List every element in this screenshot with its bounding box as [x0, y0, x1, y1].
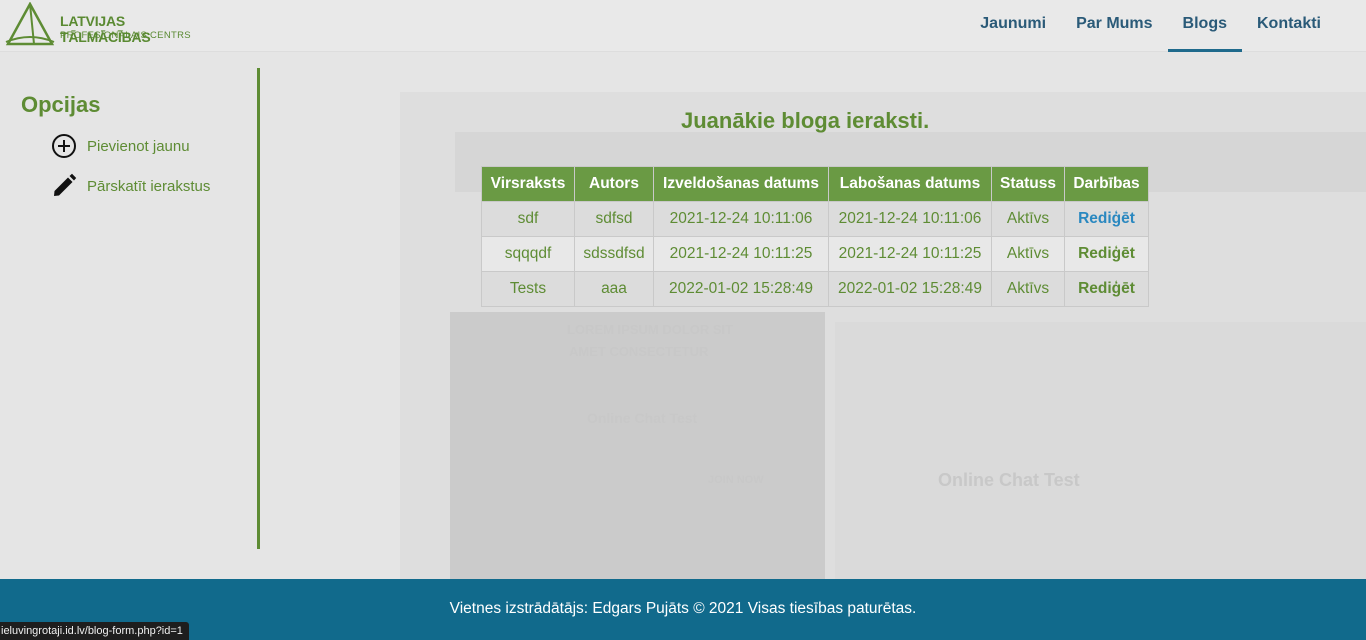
cell-status: Aktīvs — [991, 271, 1065, 307]
cell-created: 2022-01-02 15:28:49 — [653, 271, 829, 307]
cell-title: sdf — [481, 201, 575, 237]
table-header-row: Virsraksts Autors Izveldošanas datums La… — [481, 166, 1149, 202]
nav-item-par-mums[interactable]: Par Mums — [1061, 0, 1167, 52]
sidebar-title: Opcijas — [21, 92, 101, 117]
main-nav: Jaunumi Par Mums Blogs Kontakti — [965, 0, 1336, 52]
cell-author: sdssdfsd — [574, 236, 654, 272]
logo-subtitle: PROFESIONĀLAIS CENTRS — [60, 30, 191, 41]
table-row: sdf sdfsd 2021-12-24 10:11:06 2021-12-24… — [481, 201, 1149, 237]
sidebar-item-label: Pievienot jaunu — [87, 137, 190, 155]
browser-status-url: ieluvingrotaji.id.lv/blog-form.php?id=1 — [0, 622, 189, 640]
nav-item-jaunumi[interactable]: Jaunumi — [965, 0, 1061, 52]
site-logo[interactable]: LATVIJAS TĀLMĀCĪBAS PROFESIONĀLAIS CENTR… — [4, 2, 194, 48]
cell-created: 2021-12-24 10:11:25 — [653, 236, 829, 272]
page-title: Juanākie bloga ieraksti. — [681, 108, 930, 133]
sidebar-item-review-posts[interactable]: Pārskatīt ierakstus — [51, 173, 210, 199]
table-row: sqqqdf sdssdfsd 2021-12-24 10:11:25 2021… — [481, 236, 1149, 272]
cell-author: sdfsd — [574, 201, 654, 237]
cell-status: Aktīvs — [991, 236, 1065, 272]
table-row: Tests aaa 2022-01-02 15:28:49 2022-01-02… — [481, 271, 1149, 307]
cell-modified: 2021-12-24 10:11:06 — [828, 201, 992, 237]
cell-actions: Rediģēt — [1064, 201, 1149, 237]
pencil-icon — [51, 173, 77, 199]
bg-text: JOIN NOW — [708, 474, 764, 486]
column-header-author: Autors — [574, 166, 654, 202]
column-header-actions: Darbības — [1064, 166, 1149, 202]
bg-text: AMET CONSECTETUR — [569, 344, 709, 359]
cell-actions: Rediģēt — [1064, 236, 1149, 272]
cell-modified: 2022-01-02 15:28:49 — [828, 271, 992, 307]
sidebar-item-add-new[interactable]: Pievienot jaunu — [51, 133, 190, 159]
blog-posts-table: Virsraksts Autors Izveldošanas datums La… — [481, 166, 1149, 307]
column-header-modified: Labošanas datums — [828, 166, 992, 202]
bg-text: Online Chat Test — [938, 470, 1080, 490]
site-footer: Vietnes izstrādātājs: Edgars Pujāts © 20… — [0, 579, 1366, 640]
bg-text: LOREM IPSUM DOLOR SIT — [567, 322, 734, 337]
column-header-created: Izveldošanas datums — [653, 166, 829, 202]
edit-link[interactable]: Rediģēt — [1078, 210, 1135, 227]
bg-text: Online Chat Test — [587, 410, 698, 426]
plus-circle-icon — [51, 133, 77, 159]
site-header: LATVIJAS TĀLMĀCĪBAS PROFESIONĀLAIS CENTR… — [0, 0, 1366, 52]
logo-mark-icon — [5, 2, 55, 46]
sidebar-divider — [257, 68, 260, 549]
nav-item-blogs[interactable]: Blogs — [1167, 0, 1243, 52]
cell-created: 2021-12-24 10:11:06 — [653, 201, 829, 237]
cell-actions: Rediģēt — [1064, 271, 1149, 307]
column-header-title: Virsraksts — [481, 166, 575, 202]
column-header-status: Statuss — [991, 166, 1065, 202]
edit-link[interactable]: Rediģēt — [1078, 245, 1135, 262]
cell-modified: 2021-12-24 10:11:25 — [828, 236, 992, 272]
edit-link[interactable]: Rediģēt — [1078, 280, 1135, 297]
footer-copyright: Vietnes izstrādātājs: Edgars Pujāts © 20… — [449, 600, 917, 617]
cell-title: sqqqdf — [481, 236, 575, 272]
cell-status: Aktīvs — [991, 201, 1065, 237]
nav-item-kontakti[interactable]: Kontakti — [1242, 0, 1336, 52]
cell-author: aaa — [574, 271, 654, 307]
cell-title: Tests — [481, 271, 575, 307]
sidebar-item-label: Pārskatīt ierakstus — [87, 177, 211, 195]
